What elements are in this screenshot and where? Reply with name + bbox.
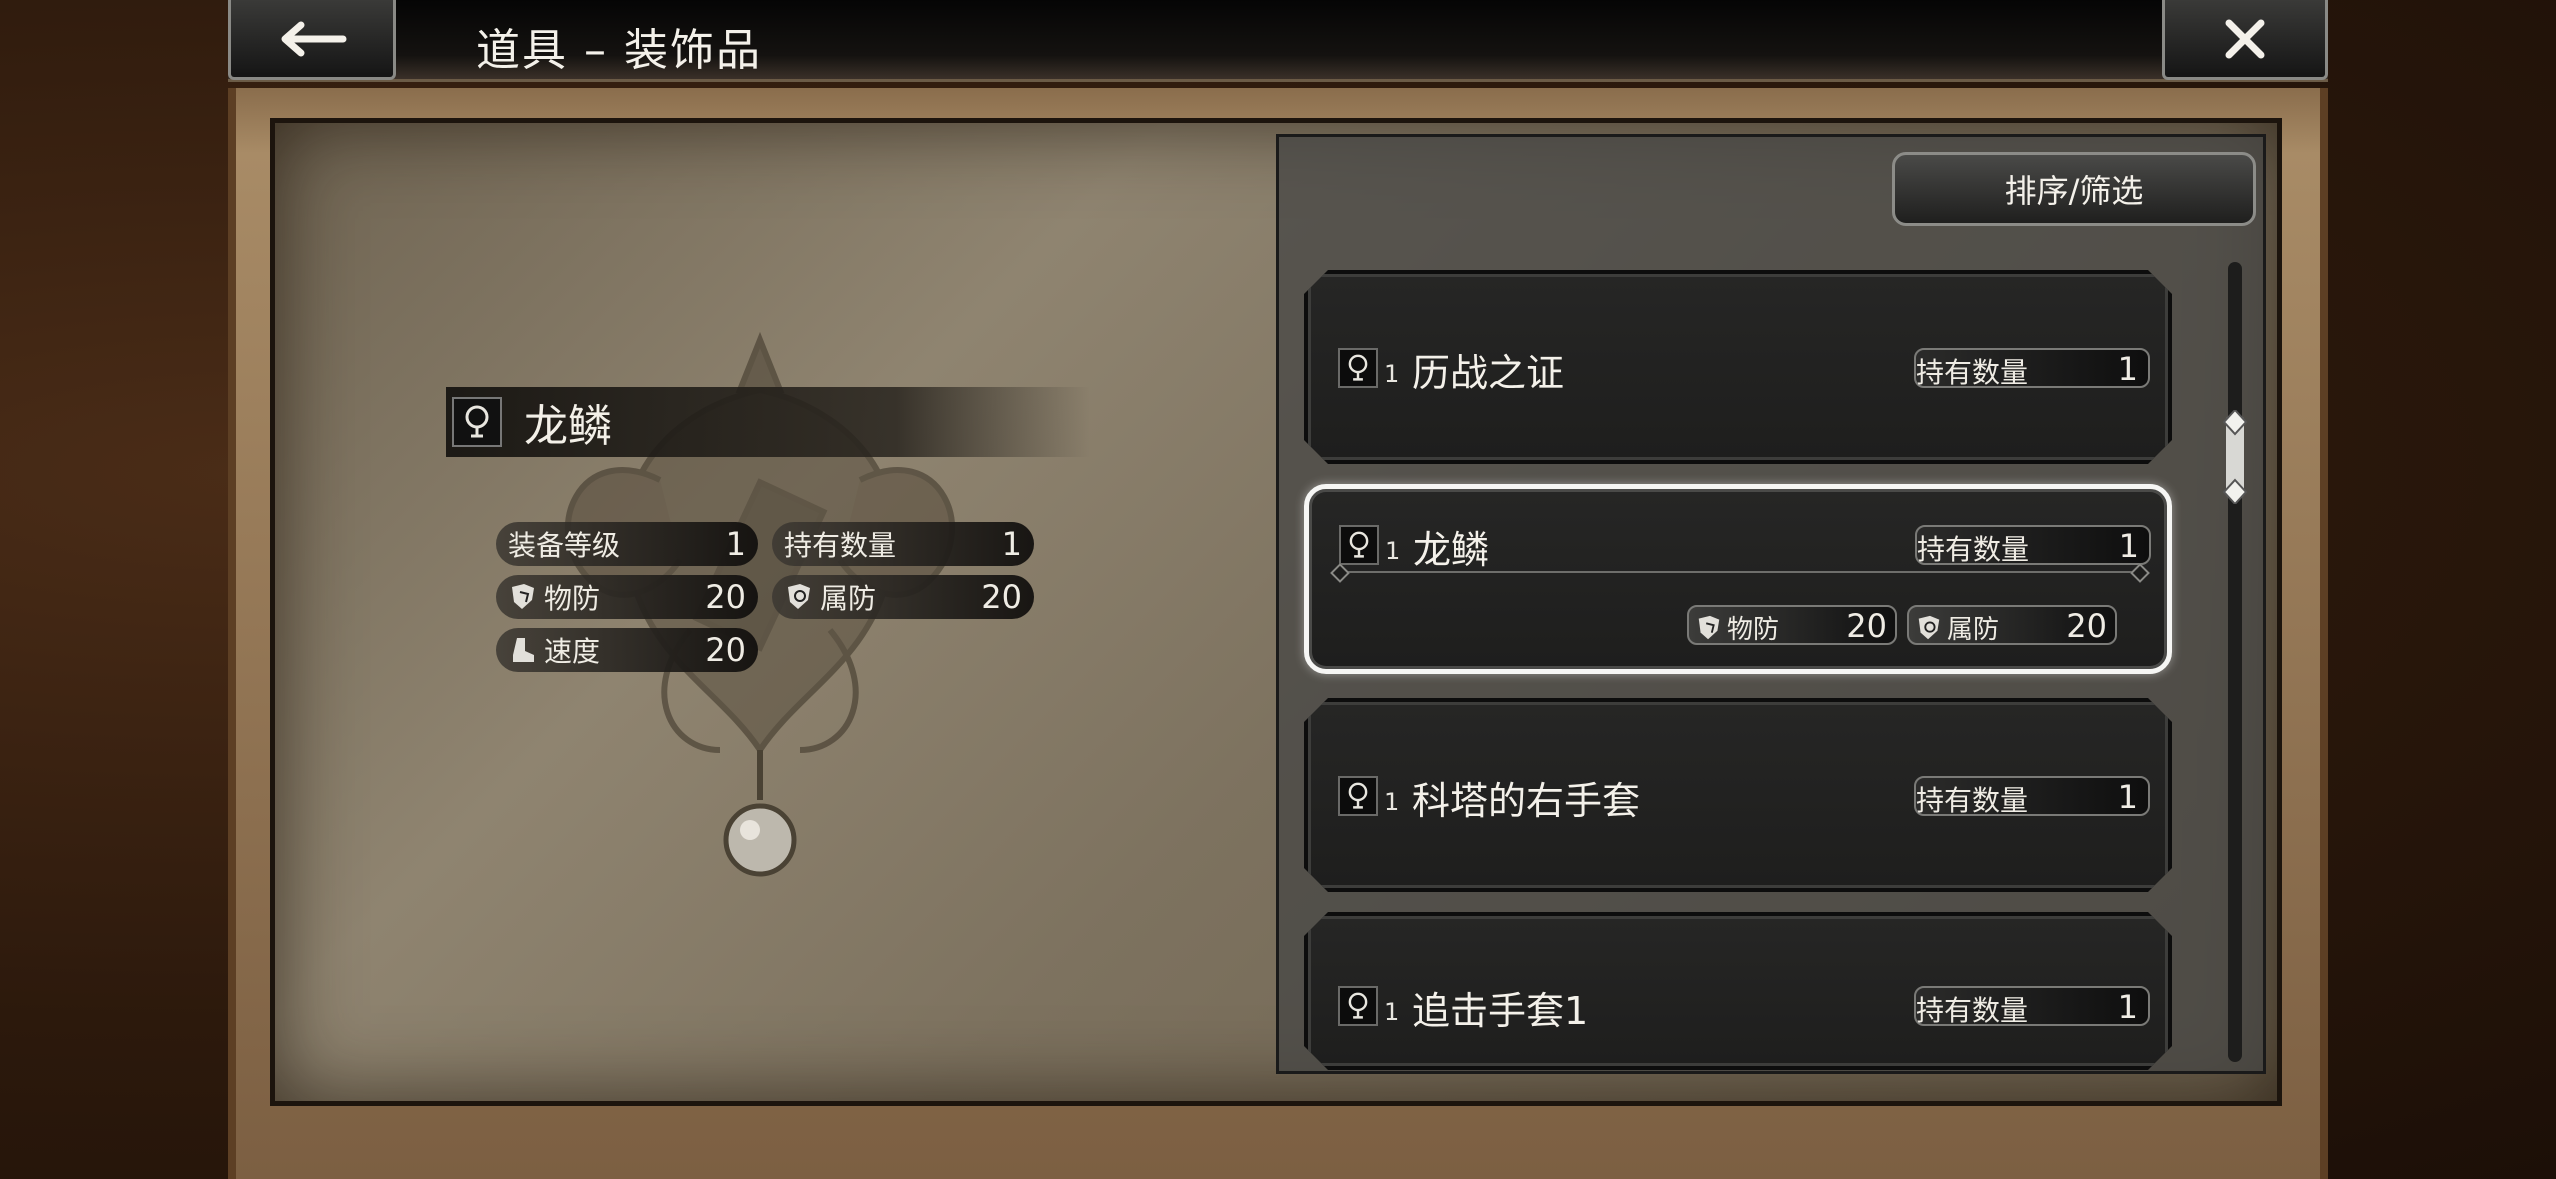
stat-label: 属防 (820, 582, 877, 615)
stat-label: 速度 (544, 635, 601, 668)
stat-value: 20 (705, 578, 746, 616)
stat-value: 20 (2066, 607, 2107, 645)
magic-shield-icon (788, 584, 810, 609)
owned-count-value: 1 (2117, 778, 2138, 816)
stat-value: 20 (981, 578, 1022, 616)
stat-value: 20 (1846, 607, 1887, 645)
back-arrow-icon (281, 21, 347, 56)
stat-value: 1 (1001, 525, 1022, 563)
owned-count-value: 1 (2117, 350, 2138, 388)
owned-count-label: 持有数量 (1916, 784, 2029, 817)
owned-count-stat: 持有数量 1 (772, 522, 1034, 566)
stat-label: 持有数量 (784, 529, 897, 562)
owned-count-label: 持有数量 (1916, 356, 2029, 389)
item-rank: 1 (1384, 360, 1400, 388)
page-title: 道具 – 装饰品 (476, 25, 762, 76)
item-rank: 1 (1384, 788, 1400, 816)
owned-count: 持有数量 1 (1914, 348, 2150, 388)
owned-count-label: 持有数量 (1916, 994, 2029, 1027)
item-name: 历战之证 (1412, 351, 1565, 395)
close-icon (2225, 19, 2265, 58)
scrollbar-thumb[interactable] (2222, 410, 2248, 504)
accessory-icon (452, 397, 502, 447)
list-item[interactable]: 1 追击手套1 持有数量 1 (1304, 912, 2172, 1070)
close-button[interactable] (2162, 0, 2328, 80)
accessory-icon (1339, 525, 1379, 565)
accessory-icon (1338, 986, 1378, 1026)
accessory-icon (1338, 776, 1378, 816)
item-rank: 1 (1384, 998, 1400, 1026)
owned-count: 持有数量 1 (1914, 986, 2150, 1026)
list-item[interactable]: 1 历战之证 持有数量 1 (1304, 270, 2172, 464)
back-button[interactable] (228, 0, 396, 80)
item-name-bar: 龙鳞 (446, 387, 1090, 457)
speed-stat: 速度 20 (496, 628, 758, 672)
magic-shield-icon (1918, 615, 1940, 639)
owned-count: 持有数量 1 (1914, 776, 2150, 816)
phys-def-stat: 物防 20 (496, 575, 758, 619)
elem-def-stat: 属防 20 (772, 575, 1034, 619)
item-rank: 1 (1385, 537, 1401, 565)
item-name: 龙鳞 (1413, 528, 1490, 572)
stat-label: 属防 (1947, 615, 2000, 645)
divider (1337, 571, 2143, 573)
stat-value: 1 (725, 525, 746, 563)
owned-count-value: 1 (2118, 527, 2139, 565)
elem-def-stat: 属防 20 (1907, 605, 2117, 645)
owned-count: 持有数量 1 (1915, 525, 2151, 566)
list-item[interactable]: 1 科塔的右手套 持有数量 1 (1304, 698, 2172, 892)
boot-icon (513, 638, 534, 662)
shield-icon (512, 584, 534, 609)
equip-level-stat: 装备等级 1 (496, 522, 758, 566)
owned-count-label: 持有数量 (1917, 533, 2030, 566)
list-item-selected[interactable]: 1 龙鳞 持有数量 1 物防 20 属防 20 (1304, 484, 2172, 674)
stat-label: 装备等级 (508, 529, 621, 562)
stat-label: 物防 (544, 582, 601, 615)
accessory-icon (1338, 348, 1378, 388)
item-name: 追击手套1 (1412, 989, 1589, 1033)
item-name: 科塔的右手套 (1412, 779, 1641, 823)
sort-filter-button[interactable]: 排序/筛选 (1892, 152, 2256, 226)
item-name: 龙鳞 (524, 401, 612, 452)
stat-label: 物防 (1727, 615, 1780, 645)
owned-count-value: 1 (2117, 988, 2138, 1026)
phys-def-stat: 物防 20 (1687, 605, 1897, 645)
scrollbar-track[interactable] (2228, 262, 2242, 1062)
shield-icon (1698, 615, 1720, 639)
stat-value: 20 (705, 631, 746, 669)
